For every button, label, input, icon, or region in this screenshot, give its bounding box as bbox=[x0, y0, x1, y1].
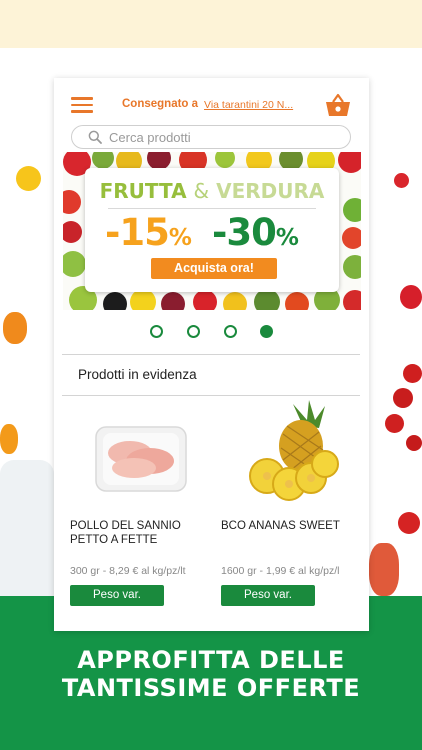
cherry-tomato-decoration bbox=[406, 435, 422, 451]
apple-decoration bbox=[369, 543, 399, 596]
delivery-label: Consegnato a bbox=[122, 98, 199, 110]
pineapple-image bbox=[249, 400, 339, 501]
tomato-decoration bbox=[3, 312, 27, 344]
top-band bbox=[0, 0, 422, 48]
promo-line-1: APPROFITTA DELLE bbox=[77, 646, 345, 674]
carousel-indicators bbox=[54, 325, 369, 339]
product-name: BCO ANANAS SWEET bbox=[221, 520, 340, 532]
chicken-breast-image bbox=[95, 426, 187, 492]
tomato-decoration bbox=[0, 424, 18, 454]
banner-divider bbox=[108, 208, 316, 209]
promo-headline: APPROFITTA DELLE TANTISSIME OFFERTE bbox=[0, 646, 422, 702]
banner-title: FRUTTA & VERDURA bbox=[99, 179, 325, 203]
shop-now-button[interactable]: Acquista ora! bbox=[151, 258, 277, 279]
weight-select-button[interactable]: Peso var. bbox=[221, 585, 315, 606]
promo-line-2: TANTISSIME OFFERTE bbox=[61, 674, 361, 702]
product-name: POLLO DEL SANNIO PETTO A FETTE bbox=[70, 520, 181, 546]
divider bbox=[62, 354, 360, 355]
discount-30: -30% bbox=[212, 211, 299, 254]
carousel-dot-2[interactable] bbox=[187, 325, 200, 338]
product-card[interactable]: BCO ANANAS SWEET 1600 gr - 1,99 € al kg/… bbox=[221, 398, 358, 608]
discount-15: -15% bbox=[105, 211, 192, 254]
product-price: 1600 gr - 1,99 € al kg/pz/l bbox=[221, 565, 340, 577]
strawberry-decoration bbox=[394, 173, 409, 188]
strawberry-decoration bbox=[400, 285, 422, 309]
section-title: Prodotti in evidenza bbox=[78, 367, 197, 382]
cherry-tomato-decoration bbox=[393, 388, 413, 408]
bottle-decoration bbox=[0, 460, 54, 600]
product-price: 300 gr - 8,29 € al kg/pz/lt bbox=[70, 565, 186, 577]
carousel-dot-4[interactable] bbox=[260, 325, 273, 338]
carousel-dot-1[interactable] bbox=[150, 325, 163, 338]
divider bbox=[62, 395, 360, 396]
search-bar[interactable] bbox=[71, 125, 351, 149]
basket-icon[interactable] bbox=[324, 92, 352, 118]
promo-banner-carousel[interactable]: FRUTTA & VERDURA -15% -30% Acquista ora! bbox=[63, 152, 361, 310]
carousel-dot-3[interactable] bbox=[224, 325, 237, 338]
search-icon bbox=[88, 130, 102, 144]
cherry-tomato-decoration bbox=[403, 364, 422, 383]
hamburger-menu-icon[interactable] bbox=[71, 97, 93, 113]
cherry-tomato-decoration bbox=[385, 414, 404, 433]
lemon-decoration bbox=[16, 166, 41, 191]
cherry-tomato-decoration bbox=[398, 512, 420, 534]
weight-select-button[interactable]: Peso var. bbox=[70, 585, 164, 606]
delivery-address-link[interactable]: Via tarantini 20 N... bbox=[204, 99, 293, 111]
banner-card: FRUTTA & VERDURA -15% -30% Acquista ora! bbox=[85, 168, 339, 292]
product-card[interactable]: POLLO DEL SANNIO PETTO A FETTE 300 gr - … bbox=[70, 398, 207, 608]
search-input[interactable] bbox=[109, 128, 339, 146]
phone-screen: Consegnato a Via tarantini 20 N... Cerca… bbox=[54, 78, 369, 631]
